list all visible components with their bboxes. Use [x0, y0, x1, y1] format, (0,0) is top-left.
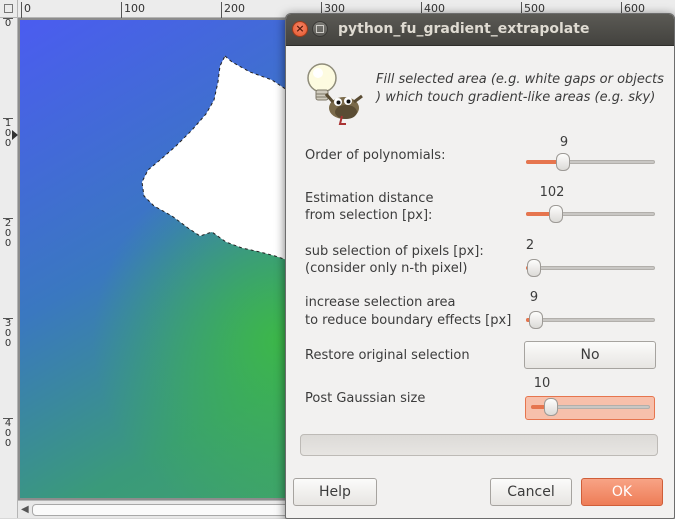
sub-selection-label-2: (consider only n-th pixel) — [305, 261, 468, 276]
ruler-mark: 100 — [121, 2, 145, 18]
help-button[interactable]: Help — [293, 478, 377, 506]
quick-mask-icon — [4, 4, 13, 13]
close-button[interactable]: × — [292, 21, 308, 37]
restore-selection-toggle[interactable]: No — [524, 341, 656, 369]
progress-bar — [300, 434, 658, 456]
slider-knob[interactable] — [543, 398, 558, 416]
cancel-button[interactable]: Cancel — [490, 478, 572, 506]
estimation-distance-label-2: from selection [px]: — [305, 208, 433, 223]
ruler-mark: 200 — [221, 2, 245, 18]
order-value: 9 — [559, 135, 569, 150]
ruler-mark: 4 0 0 — [3, 418, 13, 449]
close-icon: × — [295, 22, 305, 35]
ok-button[interactable]: OK — [581, 478, 663, 506]
dialog-titlebar[interactable]: × python_fu_gradient_extrapolate — [286, 14, 674, 46]
plugin-description: Fill selected area (e.g. white gaps or o… — [376, 72, 664, 105]
ruler-mark: 2 0 0 — [3, 218, 13, 249]
increase-selection-label-1: increase selection area — [305, 295, 456, 310]
maximize-button[interactable] — [312, 21, 328, 37]
maximize-icon — [316, 25, 324, 33]
order-label: Order of polynomials: — [305, 148, 446, 163]
sub-selection-label-1: sub selection of pixels [px]: — [305, 244, 484, 259]
slider-knob[interactable] — [527, 259, 542, 277]
slider-trough — [526, 266, 655, 270]
increase-selection-slider[interactable] — [525, 310, 655, 332]
increase-selection-label-2: to reduce boundary effects [px] — [305, 313, 512, 328]
ruler-mark: 0 — [21, 2, 31, 18]
slider-knob[interactable] — [555, 153, 570, 171]
slider-trough — [526, 318, 655, 322]
restore-selection-label: Restore original selection — [305, 348, 470, 363]
gaussian-size-label: Post Gaussian size — [305, 391, 426, 406]
estimation-distance-label-1: Estimation distance — [305, 191, 434, 206]
increase-selection-value: 9 — [529, 290, 539, 305]
slider-knob[interactable] — [529, 311, 544, 329]
estimation-distance-slider[interactable] — [525, 204, 655, 226]
ruler-mark: 0 — [3, 18, 13, 29]
dialog-title: python_fu_gradient_extrapolate — [338, 21, 590, 37]
sub-selection-slider[interactable] — [525, 258, 655, 280]
scroll-left-icon[interactable]: ◀ — [21, 504, 29, 515]
gaussian-size-slider[interactable] — [525, 396, 655, 420]
vertical-ruler[interactable]: 0 1 0 0 2 0 0 3 0 0 4 0 0 — [0, 18, 18, 518]
ruler-mark: 3 0 0 — [3, 318, 13, 349]
estimation-distance-value: 102 — [539, 185, 565, 200]
gaussian-size-value: 10 — [533, 376, 551, 391]
slider-knob[interactable] — [549, 205, 563, 223]
plugin-dialog: × python_fu_gradient_extrapolate Fill se… — [285, 13, 675, 519]
sub-selection-value: 2 — [525, 238, 535, 253]
ruler-corner[interactable] — [0, 0, 18, 18]
gimp-lightbulb-icon — [307, 63, 363, 125]
order-slider[interactable] — [525, 152, 655, 174]
